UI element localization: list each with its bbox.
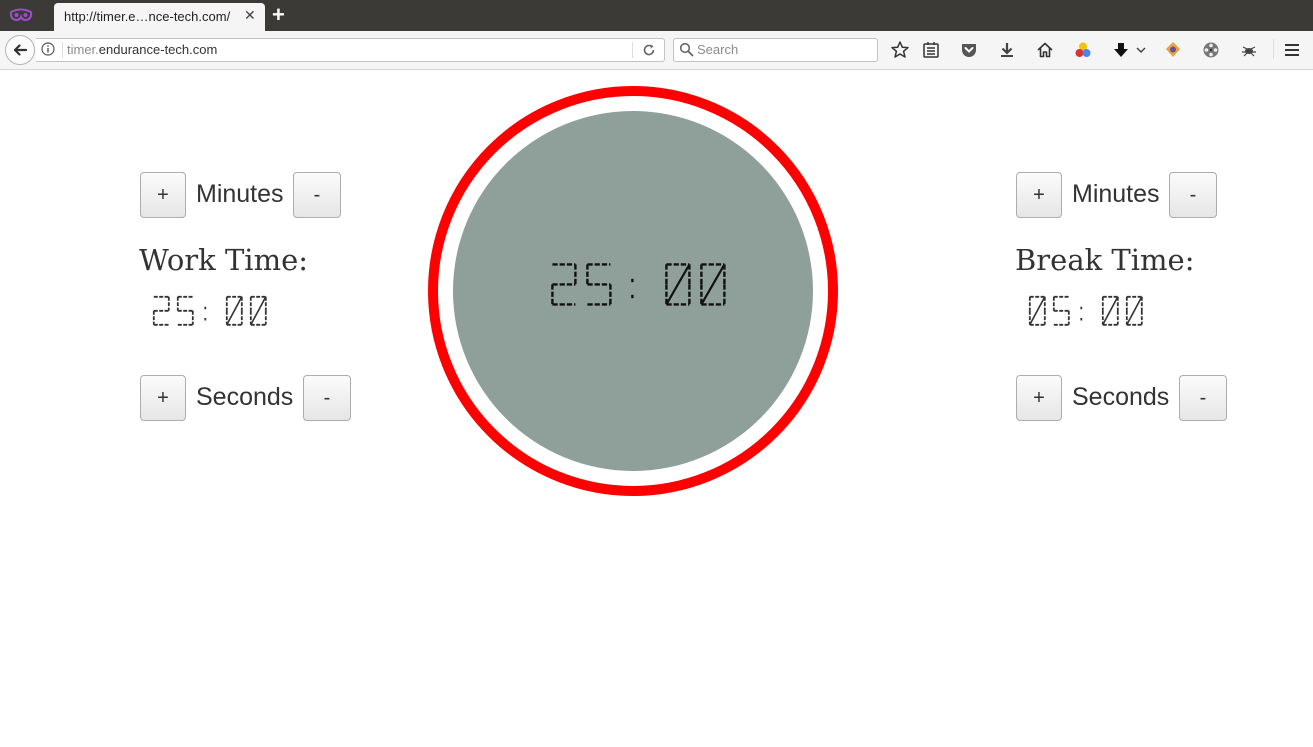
colon-dot [204, 317, 207, 321]
search-input[interactable] [697, 41, 867, 58]
digit-segment [1102, 296, 1119, 326]
break-minutes-label: Minutes [1072, 180, 1160, 208]
work-time-title: Work Time: [139, 243, 309, 277]
home-icon[interactable] [1035, 40, 1055, 60]
break-time-title: Break Time: [1015, 243, 1195, 277]
break-seconds-plus-button[interactable]: + [1016, 375, 1062, 421]
colon-dot [631, 278, 634, 283]
private-browsing-mask-icon [9, 8, 33, 22]
reload-icon[interactable] [641, 42, 657, 58]
back-button[interactable] [5, 35, 35, 65]
main-timer-digits [551, 263, 726, 306]
new-tab-icon[interactable]: + [272, 3, 285, 27]
colon-dot [204, 306, 207, 310]
digit-segment [1126, 296, 1143, 326]
work-minutes-minus-button[interactable]: - [293, 172, 341, 218]
break-seconds-minus-button[interactable]: - [1179, 375, 1227, 421]
work-seconds-minus-button[interactable]: - [303, 375, 351, 421]
toolbar-divider [1273, 39, 1274, 59]
colorful-extension-icon[interactable] [1073, 40, 1093, 60]
colon-dot [631, 294, 634, 299]
digit-segment [1029, 296, 1046, 326]
url-bar-divider [632, 42, 633, 58]
work-minutes-label: Minutes [196, 180, 284, 208]
work-time-display [152, 295, 267, 326]
film-reel-icon[interactable] [1201, 40, 1221, 60]
digit-segment [250, 296, 267, 326]
digit-segment [700, 263, 726, 305]
puzzle-extension-icon[interactable] [1163, 40, 1183, 60]
browser-navigation-bar: timer.endurance-tech.com [0, 31, 1313, 70]
download-icon[interactable] [997, 40, 1017, 60]
break-minutes-minus-button[interactable]: - [1169, 172, 1217, 218]
work-time-digits [152, 295, 267, 326]
timer-face-button[interactable] [453, 111, 813, 471]
main-timer-display [551, 263, 726, 306]
work-minutes-plus-button[interactable]: + [140, 172, 186, 218]
hamburger-menu-icon[interactable] [1282, 40, 1302, 60]
url-text[interactable]: timer.endurance-tech.com [67, 42, 217, 57]
break-time-digits [1028, 295, 1143, 326]
download-arrow-icon[interactable] [1111, 40, 1131, 60]
tab-close-icon[interactable]: ✕ [244, 7, 256, 24]
colon-dot [1080, 317, 1083, 321]
digit-segment [665, 263, 691, 305]
colon-dot [1080, 306, 1083, 310]
work-seconds-plus-button[interactable]: + [140, 375, 186, 421]
url-host-prefix: timer. [67, 42, 99, 57]
url-bar-divider [62, 42, 63, 58]
bookmark-star-icon[interactable] [890, 40, 910, 60]
work-seconds-label: Seconds [196, 383, 294, 411]
break-minutes-plus-button[interactable]: + [1016, 172, 1062, 218]
back-arrow-icon [13, 44, 28, 56]
site-info-icon[interactable] [41, 42, 55, 56]
browser-tab-bar: http://timer.e…nce-tech.com/ ✕ + [0, 0, 1313, 31]
break-time-display [1028, 295, 1143, 326]
url-host: endurance-tech.com [98, 42, 218, 57]
tab-title: http://timer.e…nce-tech.com/ [64, 9, 231, 24]
search-bar[interactable] [673, 38, 878, 62]
browser-tab[interactable]: http://timer.e…nce-tech.com/ ✕ [54, 3, 265, 31]
reading-list-icon[interactable] [921, 40, 941, 60]
dropdown-arrow-icon[interactable] [1134, 40, 1148, 60]
bug-extension-icon[interactable] [1239, 40, 1259, 60]
url-bar[interactable]: timer.endurance-tech.com [36, 38, 665, 62]
search-icon [679, 42, 694, 57]
digit-segment [226, 296, 243, 326]
pocket-icon[interactable] [959, 40, 979, 60]
break-seconds-label: Seconds [1072, 383, 1170, 411]
